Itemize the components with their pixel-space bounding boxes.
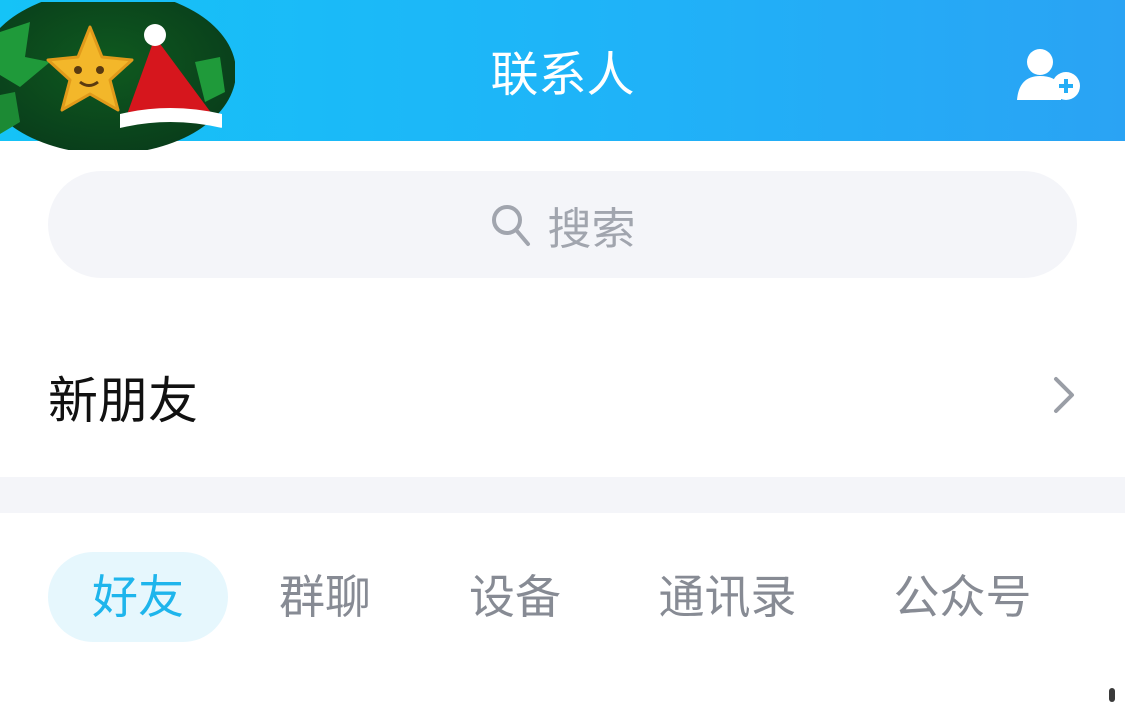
tab-official-accounts[interactable]: 公众号 [865, 552, 1060, 642]
tab-group-chats[interactable]: 群聊 [250, 552, 400, 642]
tab-friends[interactable]: 好友 [48, 552, 228, 642]
search-bar[interactable]: 搜索 [48, 171, 1077, 278]
scrollbar[interactable] [1109, 688, 1115, 702]
add-contact-icon [1017, 49, 1080, 100]
chevron-right-icon [1054, 377, 1074, 413]
search-icon [491, 204, 530, 246]
page-title: 联系人 [490, 47, 635, 103]
add-contact-button[interactable] [1015, 44, 1085, 104]
new-friends-row[interactable]: 新朋友 [0, 315, 1125, 475]
section-divider [0, 477, 1125, 513]
contact-tabs: 好友 群聊 设备 通讯录 公众号 [0, 552, 1125, 644]
tab-address-book[interactable]: 通讯录 [630, 552, 825, 642]
new-friends-label: 新朋友 [48, 372, 198, 430]
search-placeholder: 搜索 [547, 203, 636, 255]
header-bar: 联系人 [0, 0, 1125, 150]
search-placeholder-wrap: 搜索 [48, 171, 1077, 278]
tab-devices[interactable]: 设备 [440, 552, 590, 642]
